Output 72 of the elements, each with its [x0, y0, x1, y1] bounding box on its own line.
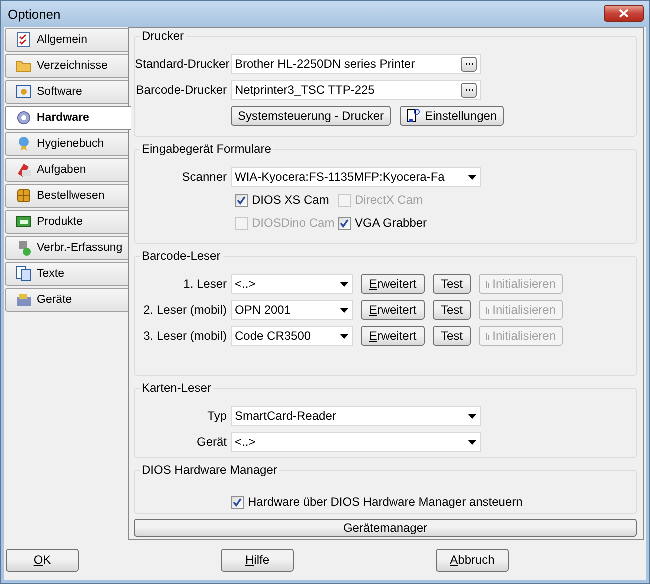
- checkmark-icon: [233, 498, 242, 506]
- card-reader-dropdown[interactable]: SmartCard-Reader: [231, 406, 481, 426]
- checklist-icon: [16, 32, 32, 48]
- printer-button[interactable]: Einstellungen: [400, 106, 504, 126]
- group-title: Barcode-Leser: [140, 249, 223, 263]
- close-icon[interactable]: [619, 8, 629, 18]
- field-label: 3. Leser (mobil): [142, 329, 227, 343]
- dropdown-arrow-icon[interactable]: [340, 282, 349, 286]
- sidebar-tab[interactable]: Hygienebuch: [5, 132, 128, 156]
- sidebar-tab[interactable]: Allgemein: [5, 28, 128, 52]
- reader-dropdown[interactable]: OPN 2001: [231, 300, 353, 320]
- window-title: Optionen: [8, 6, 61, 22]
- printer-field[interactable]: Netprinter3_TSC TTP-225: [231, 80, 481, 100]
- sidebar-tab[interactable]: Produkte: [5, 210, 128, 234]
- field-label: 2. Leser (mobil): [142, 303, 227, 317]
- scanner-dropdown[interactable]: WIA-Kyocera:FS-1135MFP:Kyocera-Fa: [231, 167, 481, 187]
- printer-button[interactable]: Systemsteuerung - Drucker: [231, 106, 392, 126]
- dropdown-arrow-icon[interactable]: [468, 440, 477, 444]
- sidebar-tab[interactable]: Geräte: [5, 288, 128, 312]
- group-title: DIOS Hardware Manager: [140, 463, 280, 477]
- dropdown-arrow-icon[interactable]: [340, 334, 349, 338]
- dialog-button[interactable]: OK: [6, 548, 79, 572]
- sidebar-tab[interactable]: Software: [5, 80, 128, 104]
- group-title: Eingabegerät Formulare: [140, 142, 274, 156]
- extended-button[interactable]: Erweitert: [361, 326, 425, 346]
- test-button[interactable]: Test: [433, 274, 471, 294]
- sidebar-tab[interactable]: Aufgaben: [5, 158, 128, 182]
- settings-icon: [407, 109, 422, 123]
- medal-icon: [16, 136, 32, 152]
- field-label: Standard-Drucker: [135, 57, 227, 71]
- test-button[interactable]: Test: [433, 326, 471, 346]
- sidebar-tab[interactable]: Verzeichnisse: [5, 54, 128, 78]
- field-label: 1. Leser: [182, 277, 227, 291]
- device-manager-button[interactable]: Gerätemanager: [134, 519, 637, 537]
- barcode-icon: [486, 332, 489, 340]
- field-label: Typ: [206, 409, 227, 423]
- reader-dropdown[interactable]: Code CR3500: [231, 326, 353, 346]
- checkmark-icon: [237, 196, 246, 204]
- dropdown-arrow-icon[interactable]: [340, 308, 349, 312]
- dialog-button[interactable]: Abbruch: [436, 548, 509, 572]
- sidebar-tab[interactable]: Texte: [5, 262, 128, 286]
- card-icon: [16, 214, 32, 230]
- close-button[interactable]: [604, 4, 644, 22]
- group-title: Drucker: [140, 29, 186, 43]
- documents-icon: [16, 266, 32, 282]
- dialog-button[interactable]: Hilfe: [221, 548, 294, 572]
- dropdown-arrow-icon[interactable]: [468, 174, 477, 180]
- sidebar-tab[interactable]: Verbr.-Erfassung: [5, 236, 128, 260]
- extended-button[interactable]: Erweitert: [361, 274, 425, 294]
- browse-button[interactable]: [461, 56, 477, 72]
- device-icon: [16, 240, 32, 256]
- reader-dropdown[interactable]: <..>: [231, 274, 353, 294]
- card-reader-dropdown[interactable]: <..>: [231, 432, 481, 452]
- field-label: Scanner: [181, 170, 227, 184]
- group-title: Karten-Leser: [140, 381, 214, 395]
- package-icon: [16, 188, 32, 204]
- window-icon: [16, 84, 32, 100]
- browse-button[interactable]: [461, 82, 477, 98]
- checkbox[interactable]: DIOS XS Cam: [235, 193, 338, 207]
- dropdown-arrow-icon[interactable]: [468, 414, 477, 418]
- barcode-icon: [486, 280, 489, 288]
- barcode-icon: [486, 306, 489, 314]
- field-label: Barcode-Drucker: [135, 83, 227, 97]
- field-label: Gerät: [196, 435, 227, 449]
- sidebar-tab[interactable]: Hardware: [5, 106, 131, 130]
- extended-button[interactable]: Erweitert: [361, 300, 425, 320]
- devices-icon: [16, 292, 32, 308]
- checkmark-icon: [340, 218, 349, 228]
- checkbox[interactable]: VGA Grabber: [338, 216, 441, 230]
- sidebar-tab[interactable]: Bestellwesen: [5, 184, 128, 208]
- test-button[interactable]: Test: [433, 300, 471, 320]
- printer-field[interactable]: Brother HL-2250DN series Printer: [231, 54, 481, 74]
